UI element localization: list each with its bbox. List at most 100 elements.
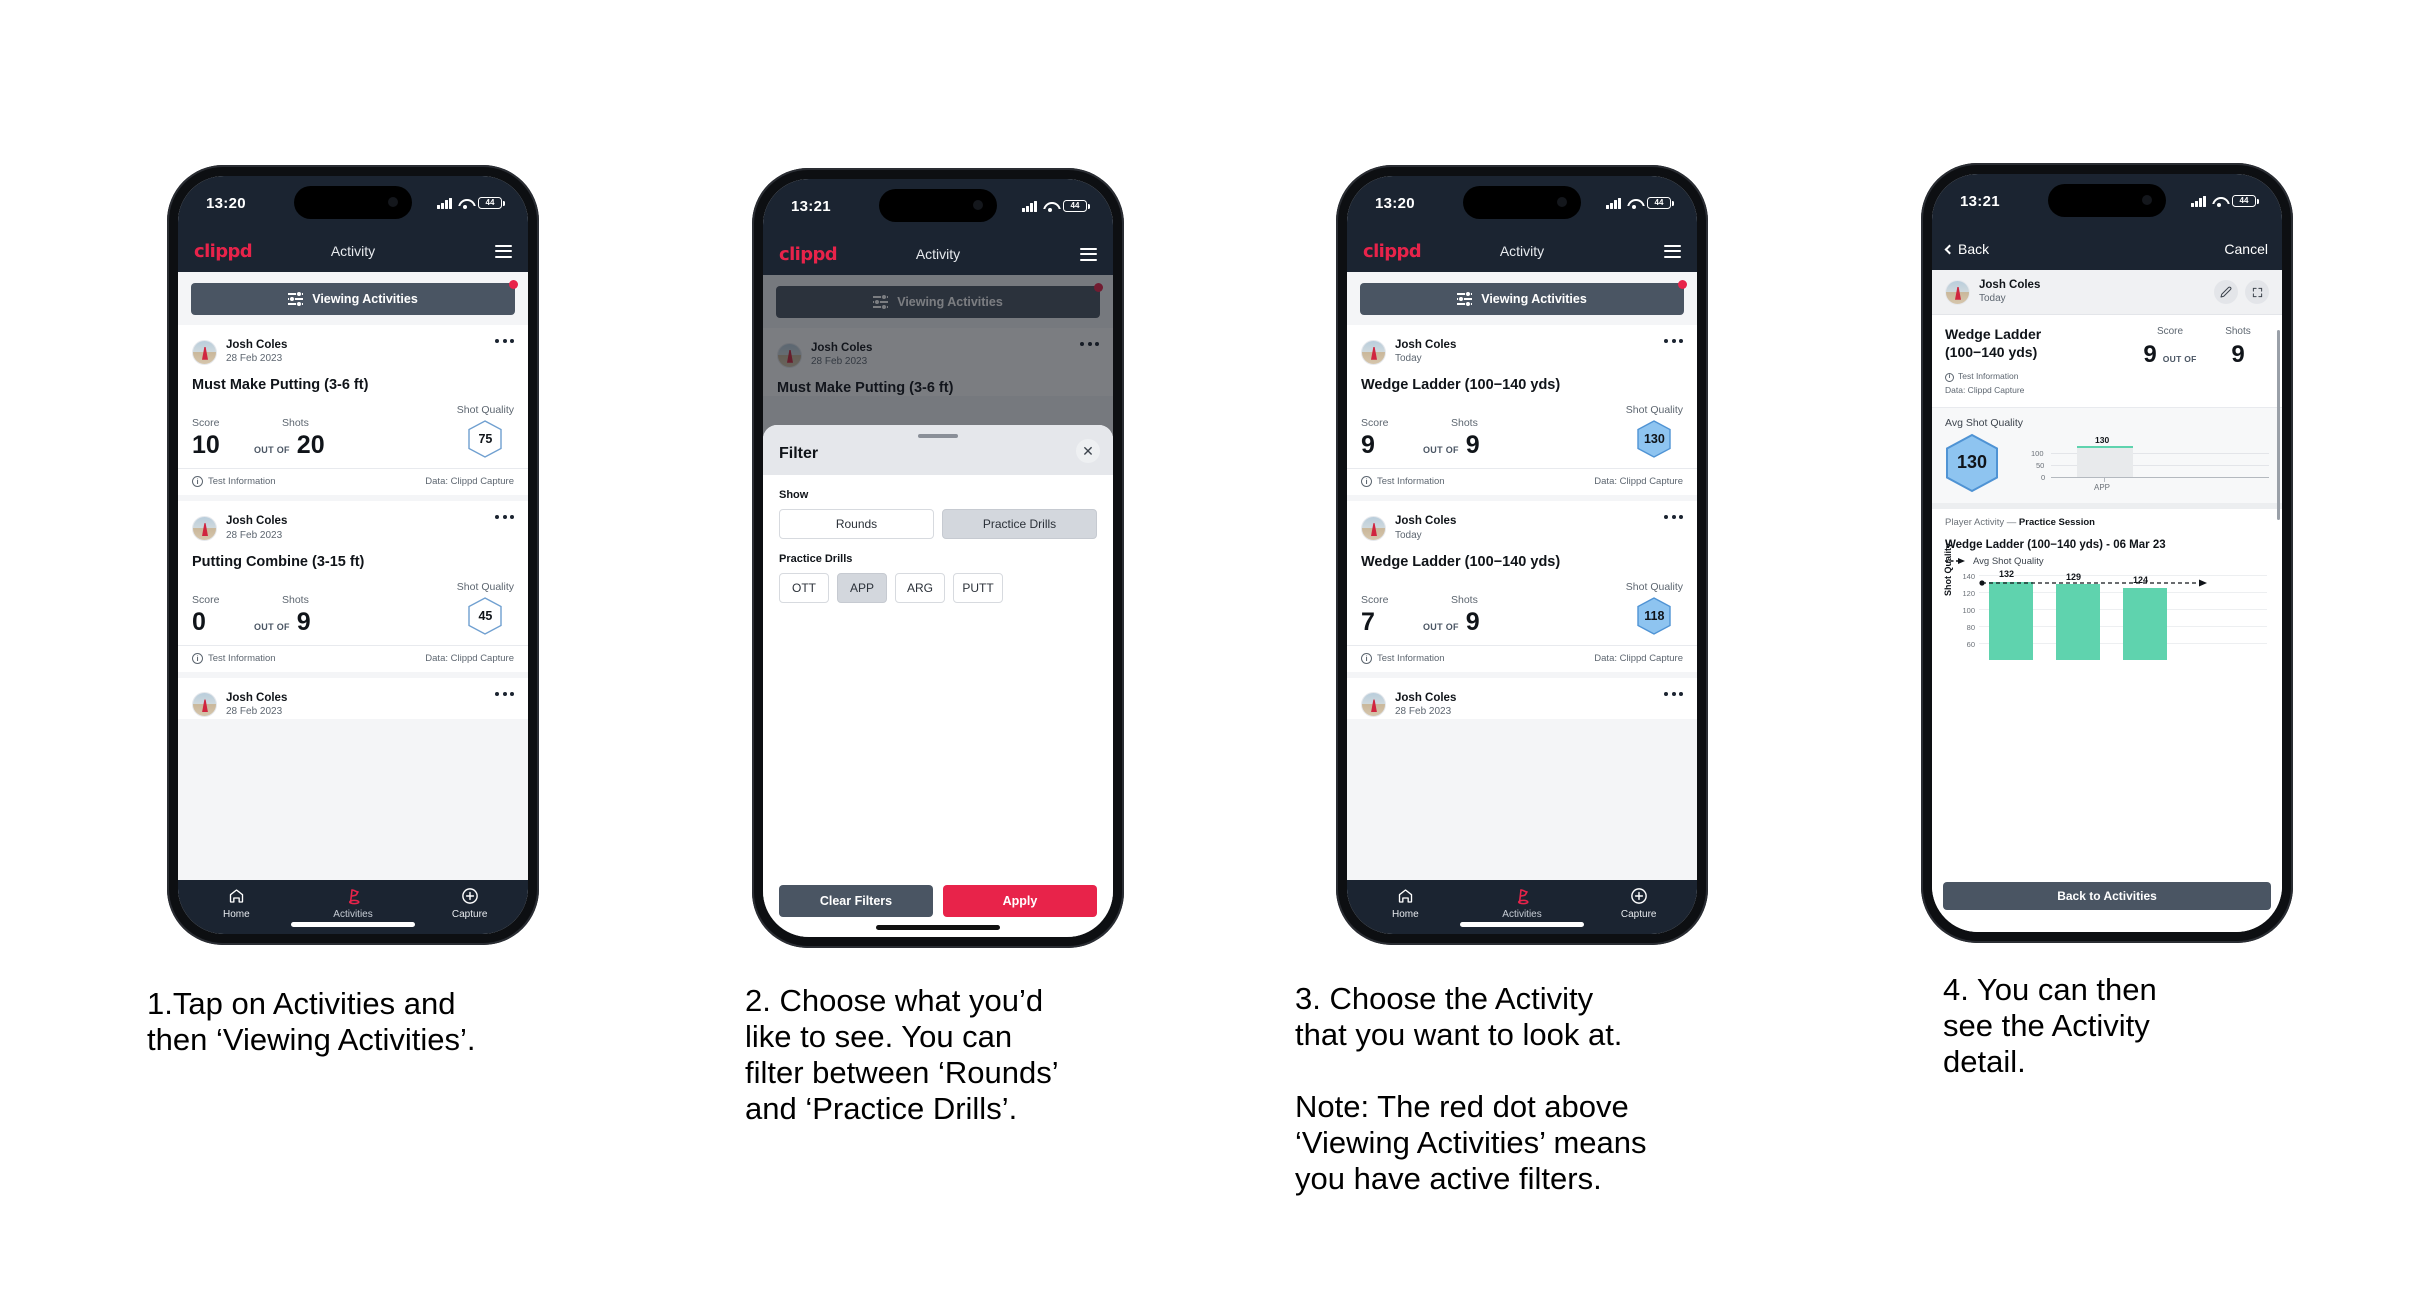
filter-option-practice-drills[interactable]: Practice Drills: [942, 509, 1097, 539]
battery-icon: 44: [1647, 196, 1674, 210]
card-user-name: Josh Coles: [1395, 691, 1457, 704]
activity-card[interactable]: Josh Coles 28 Feb 2023 Must Make Putting…: [178, 325, 528, 496]
metric-shots: Shots OUT OF 20: [254, 417, 330, 458]
y-tick-label: 120: [1962, 588, 1975, 598]
camera-icon: [388, 197, 398, 207]
card-more-icon[interactable]: [1664, 691, 1683, 696]
card-more-icon[interactable]: [495, 515, 514, 520]
card-date: 28 Feb 2023: [226, 529, 283, 541]
metric-value: 7: [1361, 607, 1375, 636]
card-more-icon[interactable]: [495, 691, 514, 696]
cellular-signal-icon: [1606, 197, 1621, 209]
filter-option-rounds[interactable]: Rounds: [779, 509, 934, 539]
hamburger-menu-icon[interactable]: [1080, 247, 1097, 261]
avg-shot-quality-section: Avg Shot Quality 130 100 50 0 130 APP: [1932, 406, 2282, 503]
golf-flag-icon: [295, 887, 412, 906]
y-tick-label: 60: [1966, 639, 1975, 649]
avg-shot-quality-hexagon: 130: [1945, 433, 1999, 493]
chart-title: Wedge Ladder (100−140 yds) - 06 Mar 23: [1945, 538, 2166, 551]
shot-quality-value: 118: [1644, 608, 1665, 623]
avatar: [192, 339, 217, 365]
practice-drills-label: Practice Drills: [779, 553, 853, 565]
avatar: [1361, 516, 1386, 542]
hamburger-menu-icon[interactable]: [1664, 244, 1681, 258]
y-tick-label: 50: [2036, 460, 2045, 470]
viewing-activities-button[interactable]: Viewing Activities: [1360, 280, 1687, 315]
card-user-name: Josh Coles: [226, 515, 288, 528]
tab-capture[interactable]: Capture: [411, 887, 528, 920]
edit-button[interactable]: [2214, 280, 2238, 305]
card-metrics: Score 9 Shots OUT OF 9 Shot Quality 130: [1361, 404, 1683, 468]
back-to-activities-button[interactable]: Back to Activities: [1943, 882, 2271, 910]
metric-shot-quality: Shot Quality 75: [457, 404, 514, 459]
avatar: [1945, 279, 1970, 305]
card-more-icon[interactable]: [1664, 515, 1683, 520]
test-information-label: Test Information: [208, 652, 276, 664]
metric-label: Shots: [1451, 417, 1478, 430]
tab-home[interactable]: Home: [178, 887, 295, 920]
out-of-label: OUT OF: [2162, 354, 2197, 365]
drag-handle[interactable]: [918, 434, 958, 438]
cellular-signal-icon: [1022, 200, 1037, 212]
drill-options: OTT APP ARG PUTT: [779, 573, 1097, 603]
close-icon[interactable]: ✕: [1076, 439, 1100, 463]
notch: [1463, 186, 1581, 219]
activity-card[interactable]: Josh Coles Today Wedge Ladder (100−140 y…: [1347, 325, 1697, 496]
viewing-activities-label: Viewing Activities: [312, 292, 418, 306]
filter-option-ott[interactable]: OTT: [779, 573, 829, 603]
caption-step-2: 2. Choose what you’d like to see. You ca…: [745, 983, 1059, 1126]
back-button[interactable]: Back: [1944, 241, 1989, 257]
bar: [2077, 445, 2133, 477]
card-metrics: Score 0 Shots OUT OF 9 Shot Quality 45: [192, 581, 514, 645]
tab-activities[interactable]: Activities: [295, 887, 412, 920]
out-of-label: OUT OF: [254, 445, 290, 456]
status-time: 13:21: [1960, 192, 2000, 210]
battery-icon: 44: [2232, 194, 2259, 208]
activity-card[interactable]: Josh Coles Today Wedge Ladder (100−140 y…: [1347, 501, 1697, 672]
apply-button[interactable]: Apply: [943, 885, 1097, 917]
show-label: Show: [779, 489, 809, 501]
notch: [2048, 184, 2166, 217]
activity-card[interactable]: Josh Coles 28 Feb 2023 Putting Combine (…: [178, 501, 528, 672]
tab-home[interactable]: Home: [1347, 887, 1464, 920]
cancel-button[interactable]: Cancel: [2224, 241, 2268, 257]
camera-icon: [973, 200, 983, 210]
scrollbar[interactable]: [2277, 330, 2280, 520]
shot-quality-value: 130: [1643, 432, 1665, 447]
viewing-activities-button[interactable]: Viewing Activities: [191, 280, 518, 315]
home-icon: [1347, 887, 1464, 906]
filter-option-app[interactable]: APP: [837, 573, 887, 603]
card-more-icon[interactable]: [1664, 339, 1683, 343]
viewing-activities-label: Viewing Activities: [1481, 292, 1587, 306]
detail-shots: Shots 9: [2207, 326, 2269, 369]
battery-level: 44: [2239, 196, 2249, 205]
card-more-icon[interactable]: [495, 339, 514, 343]
detail-user-name: Josh Coles: [1979, 279, 2041, 291]
tab-activities[interactable]: Activities: [1464, 887, 1581, 920]
avatar: [192, 692, 217, 718]
home-indicator: [2045, 920, 2169, 925]
filter-option-putt[interactable]: PUTT: [953, 573, 1003, 603]
test-information-label: Test Information: [1377, 652, 1445, 664]
card-title: Wedge Ladder (100−140 yds): [1361, 377, 1561, 394]
card-date: Today: [1395, 353, 1422, 365]
shot-quality-value: 45: [478, 608, 493, 623]
clear-filters-button[interactable]: Clear Filters: [779, 885, 933, 917]
activity-card[interactable]: Josh Coles 28 Feb 2023: [1347, 677, 1697, 720]
filter-sheet: Filter ✕ Show Rounds Practice Drills Pra…: [763, 425, 1113, 937]
shot-quality-hexagon: 75: [468, 420, 503, 459]
viewing-activities-bar: Viewing Activities: [178, 272, 528, 325]
card-date: 28 Feb 2023: [226, 706, 283, 718]
filter-option-arg[interactable]: ARG: [895, 573, 945, 603]
tab-capture[interactable]: Capture: [1580, 887, 1697, 920]
hamburger-menu-icon[interactable]: [495, 244, 512, 258]
status-time: 13:21: [791, 197, 831, 215]
detail-user-bar: Josh Coles Today: [1932, 270, 2282, 316]
app-header: clippd Activity: [178, 230, 528, 272]
data-source-label: Data: Clippd Capture: [1594, 476, 1683, 488]
activity-card[interactable]: Josh Coles 28 Feb 2023: [178, 677, 528, 720]
battery-level: 44: [1654, 198, 1664, 207]
test-information-label: Test Information: [1377, 476, 1445, 488]
expand-button[interactable]: [2245, 280, 2269, 305]
out-of-label: OUT OF: [1423, 445, 1459, 456]
